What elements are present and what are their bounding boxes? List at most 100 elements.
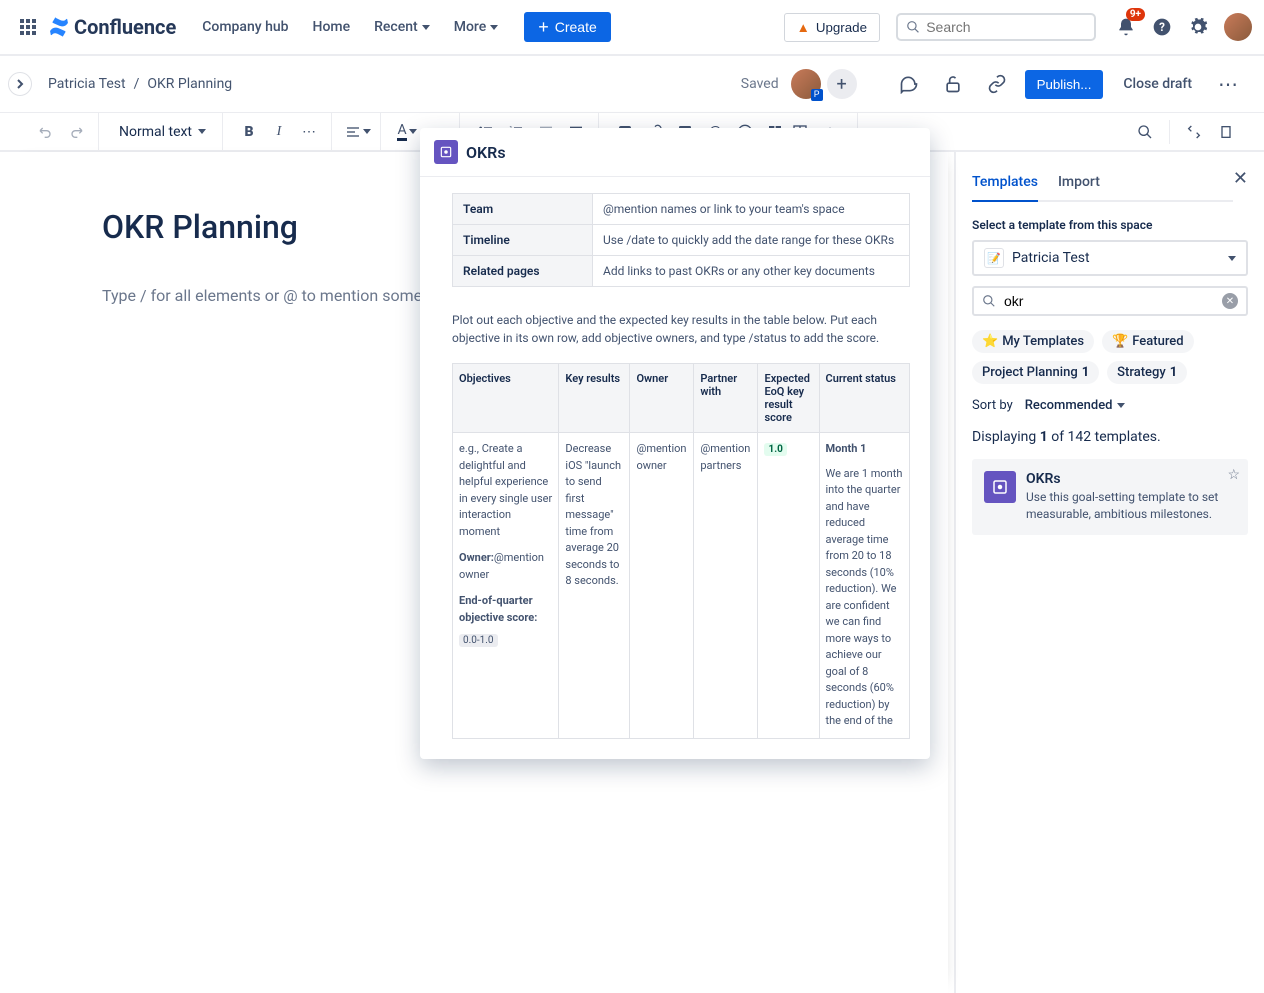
svg-text:?: ? (1159, 20, 1165, 34)
meta-timeline-label: Timeline (453, 225, 593, 256)
link-icon (987, 74, 1007, 94)
text-color-button[interactable]: A (393, 118, 421, 146)
create-button[interactable]: +Create (524, 12, 611, 42)
instruction-text: Plot out each objective and the expected… (452, 311, 910, 347)
global-search[interactable] (896, 13, 1096, 41)
italic-button[interactable]: I (265, 118, 293, 146)
upgrade-button[interactable]: ▲Upgrade (784, 13, 880, 42)
chevron-down-icon (422, 25, 430, 30)
publish-button[interactable]: Publish... (1025, 70, 1104, 99)
chip-featured[interactable]: 🏆Featured (1102, 330, 1194, 353)
preview-header: OKRs (420, 128, 930, 177)
undo-button[interactable] (32, 118, 60, 146)
nav-company-hub[interactable]: Company hub (192, 11, 298, 43)
preview-template-icon (434, 140, 458, 164)
meta-timeline-value: Use /date to quickly add the date range … (593, 225, 910, 256)
chip-strategy[interactable]: Strategy 1 (1107, 361, 1187, 384)
chevron-down-icon (490, 25, 498, 30)
breadcrumb-space[interactable]: Patricia Test (48, 76, 126, 92)
col-status: Current status (819, 364, 910, 433)
lock-open-icon (943, 74, 963, 94)
space-select-label: Select a template from this space (972, 218, 1248, 232)
clear-search-button[interactable]: ✕ (1222, 293, 1238, 309)
search-icon (906, 19, 920, 35)
tab-import[interactable]: Import (1058, 168, 1100, 200)
text-style-picker[interactable]: Normal text (111, 120, 214, 144)
confluence-icon (48, 16, 70, 38)
template-search-input[interactable] (1004, 293, 1214, 309)
alignment-button[interactable] (344, 118, 372, 146)
help-icon: ? (1152, 17, 1172, 37)
cell-status: Month 1 We are 1 month into the quarter … (819, 433, 910, 739)
chevron-down-icon (1228, 256, 1236, 261)
settings-button[interactable] (1182, 11, 1214, 43)
search-icon (1137, 124, 1153, 140)
editor-avatar[interactable]: P (791, 69, 821, 99)
cell-key-results: Decrease iOS "launch to send first messa… (559, 433, 630, 739)
breadcrumb-page[interactable]: OKR Planning (147, 76, 232, 92)
chevron-down-icon (198, 129, 206, 134)
col-objectives: Objectives (453, 364, 559, 433)
space-icon: 📝 (984, 248, 1004, 268)
collapse-toolbar-button[interactable] (1180, 118, 1208, 146)
app-switcher[interactable] (12, 11, 44, 43)
profile-avatar[interactable] (1224, 13, 1252, 41)
more-actions-button[interactable]: ⋯ (1212, 72, 1244, 96)
nav-recent[interactable]: Recent (364, 11, 440, 43)
col-expected-score: Expected EoQ key result score (758, 364, 819, 433)
template-card-okrs[interactable]: OKRs Use this goal-setting template to s… (972, 459, 1248, 535)
space-selector[interactable]: 📝 Patricia Test (972, 240, 1248, 276)
chip-project-planning[interactable]: Project Planning 1 (972, 361, 1099, 384)
find-replace-button[interactable] (1131, 118, 1159, 146)
col-owner: Owner (630, 364, 694, 433)
comments-button[interactable] (893, 68, 925, 100)
results-count: Displaying 1 of 142 templates. (972, 429, 1248, 445)
panel-tabs: Templates Import (972, 168, 1233, 202)
star-template-button[interactable]: ☆ (1227, 467, 1240, 483)
copy-link-button[interactable] (981, 68, 1013, 100)
close-draft-button[interactable]: Close draft (1115, 70, 1200, 98)
width-icon (1218, 124, 1234, 140)
align-left-icon (345, 124, 361, 140)
notifications-button[interactable]: 9+ (1110, 11, 1142, 43)
cell-objective: e.g., Create a delightful and helpful ex… (453, 433, 559, 739)
col-key-results: Key results (559, 364, 630, 433)
meta-table: Team@mention names or link to your team'… (452, 193, 910, 287)
restrictions-button[interactable] (937, 68, 969, 100)
presence-badge: P (811, 89, 823, 101)
chevron-down-icon (1117, 403, 1125, 408)
table-row: e.g., Create a delightful and helpful ex… (453, 433, 910, 739)
help-button[interactable]: ? (1146, 11, 1178, 43)
nav-home[interactable]: Home (303, 11, 361, 43)
grid-icon (20, 19, 36, 35)
top-nav: Confluence Company hub Home Recent More … (0, 0, 1264, 56)
template-search[interactable]: ✕ (972, 286, 1248, 316)
expand-sidebar-button[interactable] (8, 72, 32, 96)
sort-dropdown[interactable]: Recommended (1025, 398, 1125, 413)
close-panel-button[interactable]: ✕ (1233, 168, 1248, 189)
more-formatting-button[interactable]: ⋯ (295, 118, 323, 146)
add-collaborator-button[interactable]: + (827, 69, 857, 99)
col-partner: Partner with (694, 364, 758, 433)
warning-icon: ▲ (797, 20, 810, 35)
preview-body[interactable]: Team@mention names or link to your team'… (420, 177, 930, 759)
search-input[interactable] (926, 19, 1086, 35)
undo-icon (38, 124, 54, 140)
confluence-logo[interactable]: Confluence (48, 15, 176, 39)
target-icon (439, 145, 453, 159)
collapse-icon (1186, 124, 1202, 140)
cell-partner: @mention partners (694, 433, 758, 739)
bold-button[interactable]: B (235, 118, 263, 146)
cell-owner: @mention owner (630, 433, 694, 739)
meta-team-label: Team (453, 194, 593, 225)
tab-templates[interactable]: Templates (972, 168, 1038, 202)
templates-panel: ✕ Templates Import Select a template fro… (954, 152, 1264, 993)
nav-more[interactable]: More (444, 11, 509, 43)
search-icon (982, 294, 996, 308)
logo-text: Confluence (74, 15, 176, 39)
chip-my-templates[interactable]: ⭐My Templates (972, 330, 1094, 353)
redo-button[interactable] (62, 118, 90, 146)
notification-badge: 9+ (1126, 8, 1145, 21)
content-width-button[interactable] (1212, 118, 1240, 146)
sort-row: Sort by Recommended (972, 398, 1248, 413)
